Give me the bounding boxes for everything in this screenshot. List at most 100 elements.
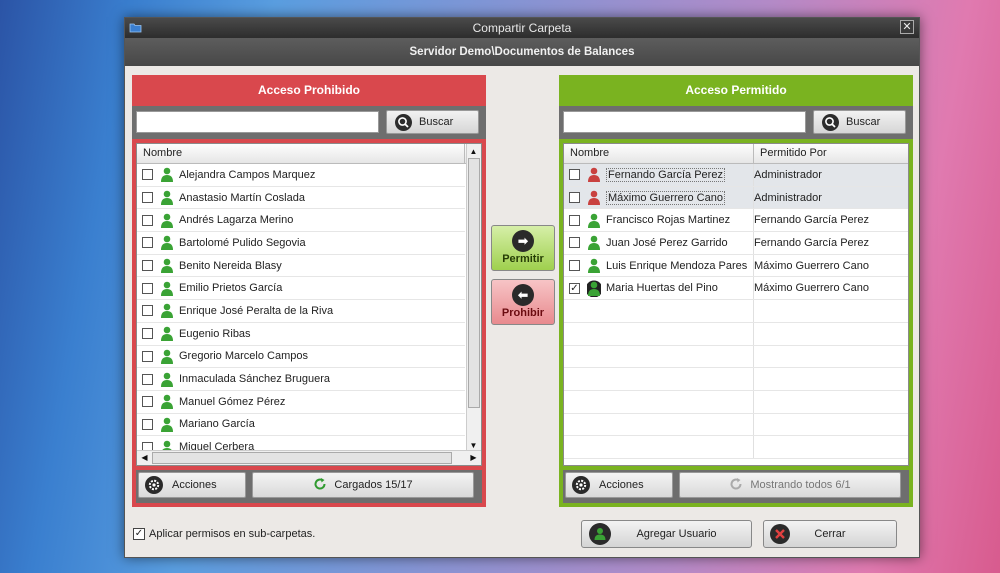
empty-row bbox=[564, 322, 908, 346]
allowed-user-row[interactable]: Fernando García Perez Administrador bbox=[564, 164, 908, 187]
denied-user-row[interactable]: Manuel Gómez Pérez bbox=[137, 391, 465, 414]
row-checkbox[interactable] bbox=[142, 260, 153, 272]
denied-user-row[interactable]: Anastasio Martín Coslada bbox=[137, 187, 465, 210]
user-green-icon bbox=[588, 258, 600, 274]
row-checkbox[interactable] bbox=[142, 169, 153, 181]
user-green-icon bbox=[161, 236, 173, 251]
denied-user-row[interactable]: Enrique José Peralta de la Riva bbox=[137, 300, 465, 323]
column-divider bbox=[753, 345, 754, 368]
add-user-button[interactable]: Agregar Usuario bbox=[581, 520, 752, 548]
vertical-scroll-thumb[interactable] bbox=[468, 158, 480, 408]
row-checkbox[interactable] bbox=[569, 192, 580, 204]
allowed-user-row[interactable]: Juan José Perez Garrido Fernando García P… bbox=[564, 232, 908, 255]
row-checkbox[interactable] bbox=[142, 373, 153, 385]
allowed-search-button[interactable]: Buscar bbox=[813, 110, 906, 134]
denied-horizontal-scrollbar[interactable]: ◀ ▶ bbox=[137, 450, 481, 465]
denied-user-row[interactable]: Gregorio Marcelo Campos bbox=[137, 346, 465, 369]
column-divider bbox=[753, 254, 754, 277]
user-name: Francisco Rojas Martinez bbox=[606, 214, 731, 227]
denied-user-list[interactable]: Nombre Alejandra Campos Marquez Anastasio… bbox=[136, 143, 482, 466]
denied-user-row[interactable]: Inmaculada Sánchez Bruguera bbox=[137, 368, 465, 391]
denied-user-row[interactable]: Eugenio Ribas bbox=[137, 323, 465, 346]
denied-panel-title: Acceso Prohibido bbox=[132, 75, 486, 106]
allowed-search-row: Buscar bbox=[559, 106, 913, 139]
denied-vertical-scrollbar[interactable]: ▲ ▼ bbox=[466, 144, 481, 453]
allowed-show-all-button[interactable]: Mostrando todos 6/1 bbox=[679, 472, 901, 498]
user-green-icon bbox=[161, 168, 173, 183]
column-divider bbox=[753, 164, 754, 186]
allowed-user-row[interactable]: ✓ Maria Huertas del Pino Máximo Guerrero C… bbox=[564, 277, 908, 301]
allowed-user-row[interactable]: Máximo Guerrero Cano Administrador bbox=[564, 186, 908, 210]
close-button[interactable]: Cerrar bbox=[763, 520, 897, 548]
row-checkbox[interactable] bbox=[142, 350, 153, 362]
row-checkbox[interactable] bbox=[142, 192, 153, 204]
deny-button[interactable]: ⬅ Prohibir bbox=[491, 279, 555, 325]
user-name: Andrés Lagarza Merino bbox=[179, 214, 294, 227]
denied-user-row[interactable]: Bartolomé Pulido Segovia bbox=[137, 232, 465, 255]
user-name: Emilio Prietos García bbox=[179, 282, 283, 295]
scroll-up-icon[interactable]: ▲ bbox=[467, 145, 480, 158]
empty-row bbox=[564, 413, 908, 437]
denied-user-row[interactable]: Mariano García bbox=[137, 414, 465, 437]
row-checkbox[interactable] bbox=[142, 396, 153, 408]
scroll-right-icon[interactable]: ▶ bbox=[467, 451, 480, 464]
allowed-user-row[interactable]: Francisco Rojas Martinez Fernando García … bbox=[564, 209, 908, 233]
row-checkbox[interactable] bbox=[569, 260, 580, 272]
close-label: Cerrar bbox=[814, 528, 846, 540]
denied-actions-label: Acciones bbox=[172, 479, 217, 491]
window-close-button[interactable]: ✕ bbox=[900, 20, 914, 34]
user-green-icon bbox=[161, 394, 173, 410]
refresh-icon bbox=[730, 478, 742, 490]
row-checkbox[interactable]: ✓ bbox=[569, 282, 580, 294]
allow-button[interactable]: ➡ Permitir bbox=[491, 225, 555, 271]
row-checkbox[interactable] bbox=[142, 305, 153, 317]
column-divider bbox=[753, 209, 754, 232]
row-checkbox[interactable] bbox=[142, 328, 153, 340]
user-name: Gregorio Marcelo Campos bbox=[179, 350, 308, 363]
user-green-icon bbox=[161, 190, 173, 206]
denied-search-button[interactable]: Buscar bbox=[386, 110, 479, 134]
denied-user-row[interactable]: Andrés Lagarza Merino bbox=[137, 209, 465, 233]
denied-user-row[interactable]: Benito Nereida Blasy bbox=[137, 255, 465, 278]
user-green-icon bbox=[161, 326, 173, 342]
denied-footer-bar: Acciones Cargados 15/17 bbox=[136, 470, 482, 503]
folder-path: Servidor Demo\Documentos de Balances bbox=[125, 38, 919, 66]
denied-user-row[interactable]: Alejandra Campos Marquez bbox=[137, 164, 465, 187]
allowed-rows: Fernando García Perez Administrador Máximo… bbox=[564, 164, 908, 459]
denied-loaded-status: Cargados 15/17 bbox=[334, 479, 413, 491]
allowed-user-row[interactable]: Luis Enrique Mendoza Pares Máximo Guerrer… bbox=[564, 254, 908, 278]
user-green-icon bbox=[161, 304, 173, 319]
column-header-allowed-by[interactable]: Permitido Por bbox=[754, 144, 908, 163]
column-divider bbox=[753, 186, 754, 209]
denied-actions-button[interactable]: Acciones bbox=[138, 472, 246, 498]
add-user-label: Agregar Usuario bbox=[636, 528, 717, 540]
allowed-list-frame: Nombre Permitido Por Fernando García Per… bbox=[559, 139, 913, 470]
allowed-actions-button[interactable]: Acciones bbox=[565, 472, 673, 498]
row-checkbox[interactable] bbox=[142, 214, 153, 226]
column-header-name[interactable]: Nombre bbox=[137, 144, 465, 163]
denied-loaded-status-button[interactable]: Cargados 15/17 bbox=[252, 472, 474, 498]
allowed-search-input[interactable] bbox=[563, 111, 806, 133]
user-name: Enrique José Peralta de la Riva bbox=[179, 304, 334, 317]
row-checkbox[interactable] bbox=[569, 169, 580, 181]
allowed-user-list[interactable]: Nombre Permitido Por Fernando García Per… bbox=[563, 143, 909, 466]
apply-subfolders-option[interactable]: ✓ Aplicar permisos en sub-carpetas. bbox=[133, 528, 315, 540]
horizontal-scroll-thumb[interactable] bbox=[152, 452, 452, 464]
denied-search-row: Buscar bbox=[132, 106, 486, 139]
user-red-icon bbox=[588, 190, 600, 206]
apply-subfolders-label: Aplicar permisos en sub-carpetas. bbox=[149, 528, 316, 540]
user-name: Juan José Perez Garrido bbox=[606, 236, 728, 249]
row-checkbox[interactable] bbox=[569, 237, 580, 249]
row-checkbox[interactable] bbox=[142, 282, 153, 294]
row-checkbox[interactable] bbox=[142, 237, 153, 249]
row-checkbox[interactable] bbox=[142, 418, 153, 430]
column-divider bbox=[753, 322, 754, 345]
row-checkbox[interactable] bbox=[569, 214, 580, 226]
apply-subfolders-checkbox[interactable]: ✓ bbox=[133, 528, 145, 540]
denied-user-row[interactable]: Emilio Prietos García bbox=[137, 277, 465, 301]
denied-search-label: Buscar bbox=[419, 116, 454, 128]
scroll-left-icon[interactable]: ◀ bbox=[138, 451, 151, 464]
allowed-by: Máximo Guerrero Cano bbox=[754, 259, 869, 272]
column-header-name[interactable]: Nombre bbox=[564, 144, 754, 163]
denied-search-input[interactable] bbox=[136, 111, 379, 133]
